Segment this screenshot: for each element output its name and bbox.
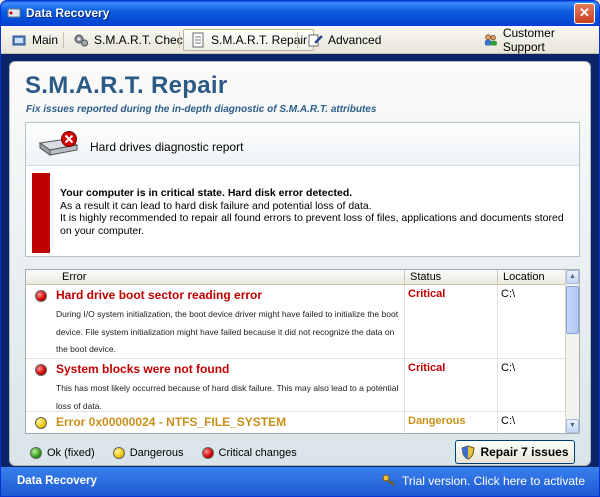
legend-ok: Ok (fixed)	[30, 447, 95, 459]
tab-advanced[interactable]: Advanced	[301, 29, 387, 51]
legend-dangerous-label: Dangerous	[129, 447, 184, 459]
column-divider	[497, 412, 498, 433]
status-app-name: Data Recovery	[17, 475, 97, 487]
tab-main[interactable]: Main	[5, 29, 64, 51]
tab-smart-check[interactable]: S.M.A.R.T. Check	[67, 29, 195, 51]
tab-main-label: Main	[32, 33, 59, 47]
error-table: Error Status Location Hard drive boot se…	[25, 269, 580, 434]
column-location[interactable]: Location	[503, 271, 545, 283]
critical-status-icon	[35, 290, 47, 302]
activate-link-label: Trial version. Click here to activate	[402, 474, 585, 488]
column-error[interactable]: Error	[62, 271, 86, 283]
repair-button-label: Repair 7 issues	[480, 445, 569, 459]
advanced-icon	[308, 34, 323, 47]
diagnostic-report: Hard drives diagnostic report Your compu…	[25, 122, 580, 257]
repair-issues-button[interactable]: Repair 7 issues	[455, 440, 575, 464]
scroll-up-button[interactable]: ▲	[566, 270, 579, 284]
legend-critical: Critical changes	[201, 447, 297, 459]
toolbar-separator	[179, 32, 180, 48]
table-rows: Hard drive boot sector reading error Dur…	[26, 285, 566, 433]
column-divider	[404, 412, 405, 433]
close-button[interactable]: ✕	[574, 3, 595, 24]
alert-message: Your computer is in critical state. Hard…	[60, 187, 570, 237]
page-title: S.M.A.R.T. Repair	[25, 72, 228, 99]
error-description: During I/O system initialization, the bo…	[56, 309, 399, 354]
title-bar[interactable]: Data Recovery ✕	[1, 1, 599, 26]
legend-critical-label: Critical changes	[218, 447, 297, 459]
error-description: This has most likely occurred because of…	[56, 383, 399, 411]
error-status: Critical	[408, 288, 446, 300]
error-title: Error 0x00000024 - NTFS_FILE_SYSTEM	[56, 415, 287, 429]
dangerous-status-icon	[112, 447, 125, 459]
report-title: Hard drives diagnostic report	[90, 140, 244, 154]
customer-support-label: Customer Support	[502, 26, 555, 54]
hard-drive-error-icon	[38, 131, 79, 156]
alert-headline: Your computer is in critical state. Hard…	[60, 187, 353, 199]
table-header: Error Status Location	[26, 270, 566, 285]
app-window: Data Recovery ✕ Main S.M.A.R.T. Check S.…	[0, 0, 600, 497]
app-icon	[7, 8, 21, 18]
document-icon	[192, 32, 204, 48]
critical-alert-bar	[32, 173, 50, 253]
ok-status-icon	[30, 447, 42, 459]
column-divider	[404, 270, 405, 285]
column-status[interactable]: Status	[410, 271, 441, 283]
status-bar: Data Recovery Trial version. Click here …	[1, 467, 599, 496]
users-icon	[484, 34, 497, 46]
tab-smart-repair-label: S.M.A.R.T. Repair	[211, 33, 308, 47]
toolbar-separator	[297, 32, 298, 48]
legend-dangerous: Dangerous	[112, 447, 184, 459]
activate-link[interactable]: Trial version. Click here to activate	[382, 474, 585, 488]
scroll-down-button[interactable]: ▼	[566, 419, 579, 433]
toolbar: Main S.M.A.R.T. Check S.M.A.R.T. Repair	[1, 26, 599, 54]
dangerous-status-icon	[35, 417, 47, 429]
error-title: Hard drive boot sector reading error	[56, 288, 263, 302]
error-status: Dangerous	[408, 415, 466, 427]
scroll-thumb[interactable]	[566, 286, 579, 334]
table-scrollbar[interactable]: ▲ ▼	[565, 270, 579, 433]
table-row[interactable]: Hard drive boot sector reading error Dur…	[26, 285, 566, 359]
critical-status-icon	[35, 364, 47, 376]
table-row[interactable]: Error 0x00000024 - NTFS_FILE_SYSTEM Dang…	[26, 412, 566, 433]
legend-ok-label: Ok (fixed)	[47, 447, 95, 459]
window-title: Data Recovery	[26, 6, 110, 20]
toolbar-separator	[63, 32, 64, 48]
column-divider	[497, 285, 498, 358]
alert-line-3: It is highly recommended to repair all f…	[60, 212, 564, 237]
critical-status-icon	[201, 447, 214, 459]
tab-advanced-label: Advanced	[328, 33, 382, 47]
error-title: System blocks were not found	[56, 362, 230, 376]
home-icon	[12, 35, 26, 46]
report-header: Hard drives diagnostic report	[26, 123, 579, 166]
error-location: C:\	[501, 288, 516, 300]
tab-smart-repair[interactable]: S.M.A.R.T. Repair	[183, 29, 315, 51]
table-row[interactable]: System blocks were not found This has mo…	[26, 359, 566, 412]
shield-icon	[461, 444, 476, 460]
column-divider	[497, 359, 498, 411]
error-location: C:\	[501, 362, 516, 374]
tab-smart-check-label: S.M.A.R.T. Check	[94, 33, 189, 47]
gears-icon	[74, 34, 88, 47]
error-status: Critical	[408, 362, 446, 374]
status-legend: Ok (fixed) Dangerous Critical changes	[30, 445, 315, 461]
alert-line-2: As a result it can lead to hard disk fai…	[60, 199, 372, 212]
customer-support-button[interactable]: Customer Support	[477, 26, 599, 54]
key-icon	[382, 474, 395, 487]
error-location: C:\	[501, 415, 516, 427]
main-panel: S.M.A.R.T. Repair Fix issues reported du…	[9, 61, 591, 466]
column-divider	[497, 270, 498, 285]
page-subtitle: Fix issues reported during the in-depth …	[26, 104, 377, 115]
